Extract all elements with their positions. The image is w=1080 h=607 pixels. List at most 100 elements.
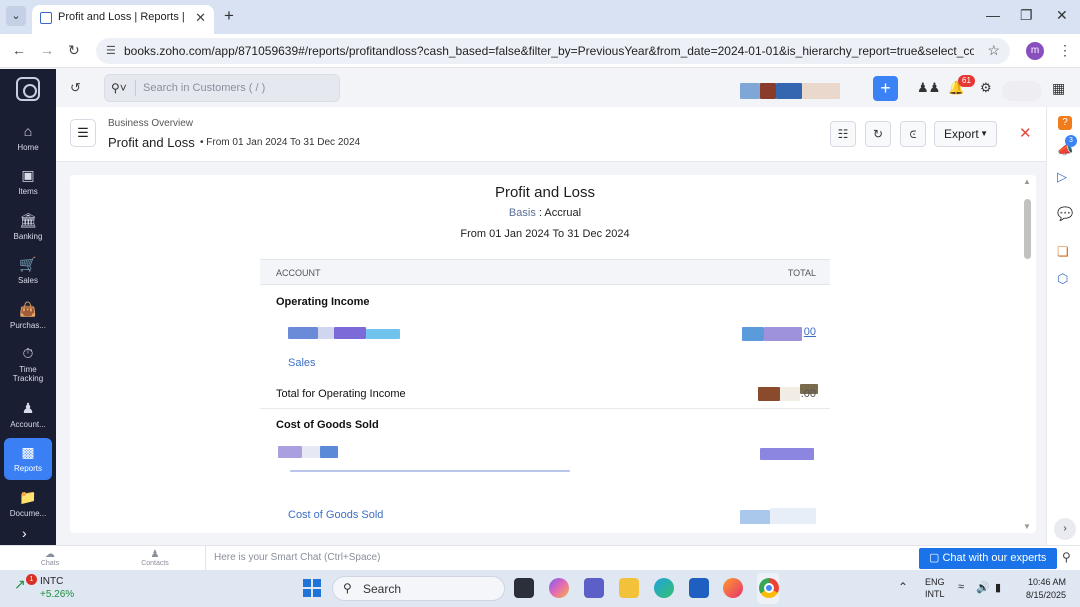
- sidebar-item-time-tracking[interactable]: ⏱ Time Tracking: [4, 339, 52, 385]
- users-icon[interactable]: ♟♟: [917, 80, 940, 96]
- url-field[interactable]: ☰ books.zoho.com/app/871059639#/reports/…: [96, 38, 1010, 64]
- account-cost-of-goods-sold-link[interactable]: Cost of Goods Sold: [288, 509, 383, 521]
- table-row: [260, 467, 830, 481]
- sidebar-item-accountant[interactable]: ♟ Account...: [4, 394, 52, 436]
- file-explorer-icon[interactable]: [619, 578, 639, 598]
- chat-with-experts-button[interactable]: ▢ Chat with our experts: [919, 548, 1057, 569]
- table-row[interactable]: Cost of Goods Sold: [260, 500, 830, 530]
- sidebar-item-reports[interactable]: ▩ Reports: [4, 438, 52, 480]
- global-search[interactable]: ⚲˅ Search in Customers ( / ): [104, 74, 340, 102]
- sidebar-item-sales[interactable]: 🛒 Sales: [4, 250, 52, 292]
- breadcrumb[interactable]: Business Overview: [108, 118, 193, 129]
- integrations-icon[interactable]: ⬡: [1057, 271, 1068, 287]
- redacted-avatar[interactable]: [1002, 81, 1042, 101]
- sales-amount-link[interactable]: 00: [804, 326, 816, 338]
- help-icon[interactable]: ?: [1058, 116, 1072, 130]
- copilot-icon[interactable]: [549, 578, 569, 598]
- table-row[interactable]: [260, 439, 830, 469]
- sliders-icon: ☷: [837, 127, 849, 141]
- teams-icon[interactable]: [584, 578, 604, 598]
- battery-icon[interactable]: ▮: [995, 581, 1001, 594]
- windows-start-icon[interactable]: [303, 579, 321, 597]
- back-arrow-icon[interactable]: ←: [12, 42, 26, 58]
- maximize-icon[interactable]: ❐: [1020, 7, 1033, 24]
- chrome-icon[interactable]: [759, 578, 779, 598]
- clock-refresh-icon: ↻: [872, 127, 884, 141]
- contact-person-icon: ♟: [150, 549, 160, 560]
- table-row[interactable]: Sales: [260, 348, 830, 378]
- smart-chat-input[interactable]: Here is your Smart Chat (Ctrl+Space): [214, 552, 380, 563]
- firefox-icon[interactable]: [723, 578, 743, 598]
- export-button[interactable]: Export ▼: [934, 121, 997, 147]
- window-close-icon[interactable]: ✕: [1056, 7, 1068, 24]
- caret-down-icon: ▼: [980, 129, 988, 138]
- gear-icon[interactable]: ⚙: [980, 80, 992, 96]
- redacted-account-name: [302, 446, 320, 458]
- stopwatch-icon: ⏱: [22, 345, 34, 361]
- forward-arrow-icon[interactable]: →: [40, 42, 54, 58]
- sidebar-item-banking[interactable]: 🏛 Banking: [4, 206, 52, 248]
- recent-history-icon[interactable]: ↺: [70, 80, 81, 96]
- task-view-icon[interactable]: [514, 578, 534, 598]
- scrollbar-thumb[interactable]: [1024, 199, 1031, 259]
- expand-chevron-icon[interactable]: ›: [1054, 518, 1076, 540]
- volume-icon[interactable]: 🔊: [976, 581, 990, 594]
- sidebar-item-label: Docume...: [9, 509, 47, 518]
- close-report-icon[interactable]: ✕: [1019, 124, 1032, 142]
- column-total: TOTAL: [787, 268, 816, 278]
- new-tab-icon[interactable]: +: [224, 6, 234, 26]
- export-label: Export: [944, 127, 979, 141]
- system-clock[interactable]: 10:46 AM 8/15/2025: [1018, 576, 1066, 602]
- sidebar-item-items[interactable]: ▣ Items: [4, 161, 52, 203]
- profile-avatar[interactable]: m: [1026, 42, 1044, 60]
- filter-settings-button[interactable]: ☷: [830, 121, 856, 147]
- table-row[interactable]: 00: [260, 317, 830, 347]
- cart-icon: 🛒: [19, 256, 37, 272]
- sidebar-item-purchases[interactable]: 👜 Purchas...: [4, 295, 52, 337]
- search-input[interactable]: Search in Customers ( / ): [143, 82, 265, 94]
- chatbar-divider: [205, 546, 206, 571]
- taskbar-search[interactable]: ⚲ Search: [332, 576, 505, 601]
- page-header: ☰ Business Overview Profit and Loss • Fr…: [56, 107, 1046, 162]
- browser-menu-icon[interactable]: ⋮: [1058, 42, 1072, 59]
- address-bar-row: ← → ↻ ☰ books.zoho.com/app/871059639#/re…: [0, 34, 1080, 68]
- stock-ticker[interactable]: INTC: [40, 576, 63, 587]
- zoho-books-logo-icon[interactable]: [16, 77, 40, 101]
- clock-date: 8/15/2025: [1025, 590, 1066, 600]
- app-store-icon[interactable]: ❏: [1057, 244, 1069, 260]
- tray-overflow-chevron-icon[interactable]: ⌃: [898, 580, 908, 594]
- redacted-amount: [770, 508, 816, 524]
- sidebar-item-documents[interactable]: 📁 Docume...: [4, 483, 52, 525]
- redacted-org-name: [776, 83, 802, 99]
- app-grid-icon[interactable]: ▦: [1052, 80, 1065, 97]
- reload-icon[interactable]: ↻: [68, 42, 80, 59]
- scroll-down-arrow-icon[interactable]: ▼: [1023, 522, 1031, 531]
- schedule-button[interactable]: ↻: [865, 121, 891, 147]
- stock-chart-icon[interactable]: ↗: [14, 576, 26, 593]
- sidebar-expand-chevron-icon[interactable]: ›: [22, 525, 27, 541]
- site-settings-icon[interactable]: ☰: [106, 44, 116, 57]
- chat-search-icon[interactable]: ⚲: [1062, 550, 1071, 564]
- chats-button[interactable]: ☁ Chats: [20, 549, 80, 567]
- tab-close-icon[interactable]: ✕: [195, 10, 206, 26]
- minimize-icon[interactable]: —: [986, 7, 1000, 23]
- scroll-up-arrow-icon[interactable]: ▲: [1023, 177, 1031, 186]
- quick-create-button[interactable]: +: [873, 76, 898, 101]
- contacts-button[interactable]: ♟ Contacts: [125, 549, 185, 567]
- language-indicator[interactable]: ENG INTL: [925, 576, 945, 600]
- feedback-chat-icon[interactable]: 💬: [1057, 206, 1073, 222]
- box-icon: ▣: [21, 167, 35, 183]
- tab-list-chevron-icon[interactable]: ⌄: [6, 6, 26, 26]
- store-icon[interactable]: [689, 578, 709, 598]
- search-icon: ⚲˅: [111, 81, 127, 95]
- video-play-icon[interactable]: ▷: [1057, 169, 1067, 185]
- bookmark-star-icon[interactable]: ☆: [987, 42, 1000, 59]
- wifi-icon[interactable]: ≈: [958, 581, 964, 593]
- browser-tab[interactable]: Profit and Loss | Reports | Zoho ✕: [32, 5, 214, 34]
- account-sales-link[interactable]: Sales: [288, 357, 316, 369]
- redacted-org-name: [760, 83, 776, 99]
- hamburger-menu-button[interactable]: ☰: [70, 119, 96, 147]
- sidebar-item-home[interactable]: ⌂ Home: [4, 117, 52, 159]
- share-button[interactable]: ⪽: [900, 121, 926, 147]
- edge-icon[interactable]: [654, 578, 674, 598]
